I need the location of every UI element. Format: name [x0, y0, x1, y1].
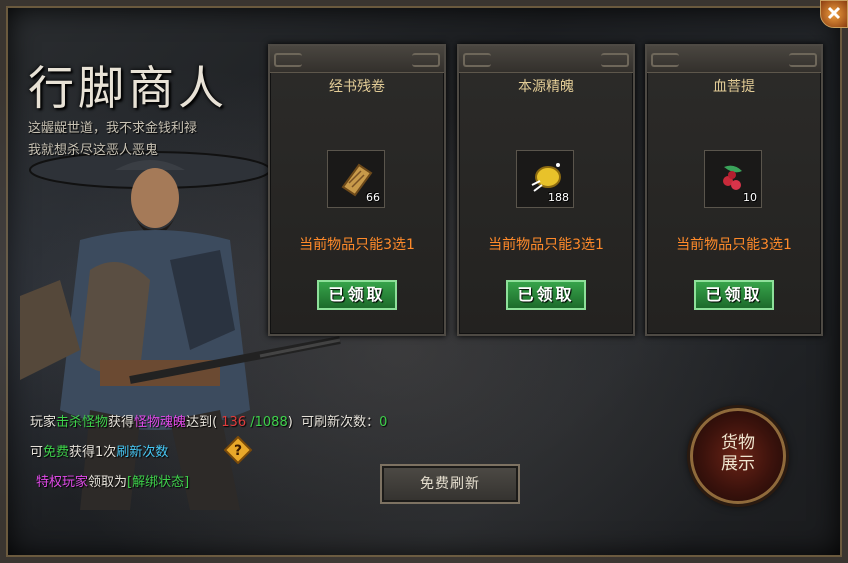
- free-text: 获得1次: [69, 445, 117, 460]
- privilege-player-text: 特权玩家: [36, 475, 89, 490]
- goods-display-button[interactable]: 货物 展示: [690, 408, 786, 504]
- goods-display-label: 货物 展示: [693, 433, 783, 475]
- claimed-button[interactable]: 已领取: [694, 280, 774, 310]
- reward-card-essence: 本源精魄 188 当前物品只能3选1 已领取: [457, 44, 635, 336]
- refresh-count-label: 可刷新次数：: [301, 415, 380, 430]
- monster-soul-text: 怪物魂魄: [134, 415, 187, 430]
- progress-text: 获得: [108, 415, 135, 430]
- subtitle-line-2: 我就想杀尽这恶人恶鬼: [28, 143, 159, 158]
- progress-line: 玩家击杀怪物获得怪物魂魄达到( 136 /1088) 可刷新次数：0: [30, 411, 387, 430]
- page-title: 行脚商人: [28, 61, 228, 115]
- claimed-button[interactable]: 已领取: [317, 280, 397, 310]
- unbind-status-text: [解绑状态]: [127, 475, 190, 490]
- goods-label-line-2: 展示: [721, 454, 755, 474]
- refresh-times-text: 刷新次数: [116, 445, 169, 460]
- close-button[interactable]: [820, 0, 848, 28]
- item-name: 本源精魄: [518, 79, 574, 95]
- progress-text: 达到(: [186, 415, 218, 430]
- soul-current: 136: [221, 415, 247, 430]
- card-header: [647, 46, 821, 73]
- privilege-text: 领取为: [88, 475, 128, 490]
- subtitle: 这龌龊世道，我不求金钱利禄 我就想杀尽这恶人恶鬼: [28, 118, 197, 162]
- claimed-button[interactable]: 已领取: [506, 280, 586, 310]
- choose-rule-text: 当前物品只能3选1: [488, 237, 604, 253]
- kill-monster-text: 击杀怪物: [56, 415, 109, 430]
- item-slot[interactable]: 66: [327, 150, 385, 208]
- soul-max: 1088: [254, 415, 288, 430]
- subtitle-line-1: 这龌龊世道，我不求金钱利禄: [28, 121, 198, 136]
- item-slot[interactable]: 10: [704, 150, 762, 208]
- reward-card-scroll: 经书残卷 66 当前物品只能3选1 已领取: [268, 44, 446, 336]
- item-slot[interactable]: 188: [516, 150, 574, 208]
- progress-text: 玩家: [30, 415, 57, 430]
- card-header: [459, 46, 633, 73]
- item-name: 经书残卷: [329, 79, 385, 95]
- progress-text: ): [287, 415, 293, 430]
- choose-rule-text: 当前物品只能3选1: [676, 237, 792, 253]
- reward-card-bodhi: 血菩提 10 当前物品只能3选1 已领取: [645, 44, 823, 336]
- svg-text:?: ?: [234, 443, 242, 459]
- free-refresh-button[interactable]: 免费刷新: [380, 464, 520, 504]
- choose-rule-text: 当前物品只能3选1: [299, 237, 415, 253]
- item-quantity: 66: [366, 191, 380, 204]
- free-highlight: 免费: [43, 445, 70, 460]
- close-icon: [827, 6, 841, 20]
- item-name: 血菩提: [713, 79, 755, 95]
- free-text: 可: [30, 445, 44, 460]
- item-quantity: 188: [548, 191, 569, 204]
- goods-label-line-1: 货物: [721, 433, 755, 453]
- privilege-line: 特权玩家领取为[解绑状态]: [36, 471, 189, 490]
- card-header: [270, 46, 444, 73]
- free-refresh-line: 可免费获得1次刷新次数: [30, 441, 168, 460]
- help-icon[interactable]: ?: [224, 436, 252, 464]
- refresh-count: 0: [379, 415, 388, 430]
- item-quantity: 10: [743, 191, 757, 204]
